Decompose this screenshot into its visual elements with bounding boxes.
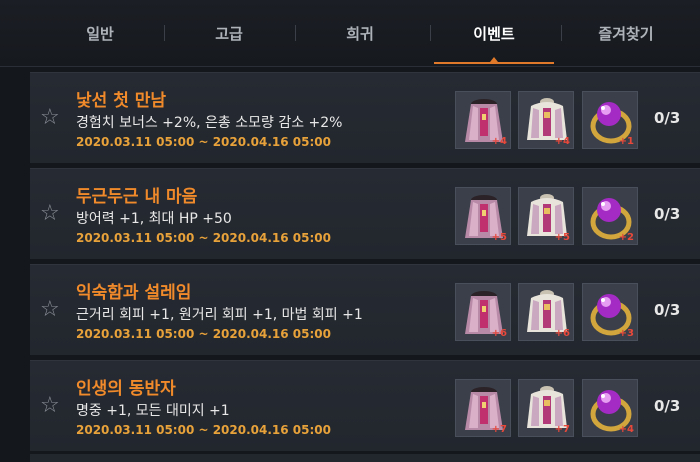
enhance-level: +5 bbox=[554, 232, 570, 243]
item-slot-gem-ring[interactable]: +1 bbox=[582, 91, 638, 149]
collection-period: 2020.03.11 05:00 ~ 2020.04.16 05:00 bbox=[76, 327, 331, 341]
item-slot-white-cloak[interactable]: +7 bbox=[518, 379, 574, 437]
star-outline-icon[interactable]: ☆ bbox=[40, 203, 60, 225]
item-slot-dark-cloak[interactable]: +7 bbox=[455, 379, 511, 437]
tab-rare[interactable]: 희귀 bbox=[296, 0, 424, 66]
enhance-level: +7 bbox=[491, 424, 507, 435]
item-slot-dark-cloak[interactable]: +5 bbox=[455, 187, 511, 245]
collection-period: 2020.03.11 05:00 ~ 2020.04.16 05:00 bbox=[76, 135, 331, 149]
collection-period: 2020.03.11 05:00 ~ 2020.04.16 05:00 bbox=[76, 423, 331, 437]
tab-label: 즐겨찾기 bbox=[598, 24, 654, 43]
collection-card[interactable]: ☆ 두근두근 내 마음방어력 +1, 최대 HP +50 2020.03.11 05… bbox=[30, 168, 700, 259]
collection-bonus: 명중 +1, 모든 대미지 +1 bbox=[76, 403, 230, 419]
collection-title: 낯선 첫 만남 bbox=[76, 91, 167, 111]
tab-label: 고급 bbox=[215, 24, 243, 43]
collection-title: 두근두근 내 마음 bbox=[76, 187, 198, 207]
collection-title: 익숙함과 설레임 bbox=[76, 283, 192, 303]
tab-label: 이벤트 bbox=[473, 24, 515, 43]
active-tab-indicator bbox=[434, 62, 554, 64]
collection-card[interactable]: ☆ 익숙함과 설레임근거리 회피 +1, 원거리 회피 +1, 마법 회피 +1 2… bbox=[30, 264, 700, 355]
enhance-level: +4 bbox=[554, 136, 570, 147]
tab-normal[interactable]: 일반 bbox=[36, 0, 164, 66]
tab-event[interactable]: 이벤트 bbox=[430, 0, 558, 66]
enhance-level: +7 bbox=[554, 424, 570, 435]
enhance-level: +6 bbox=[554, 328, 570, 339]
item-slot-white-cloak[interactable]: +4 bbox=[518, 91, 574, 149]
collection-progress: 0/3 bbox=[654, 109, 681, 127]
star-outline-icon[interactable]: ☆ bbox=[40, 395, 60, 417]
collection-period: 2020.03.11 05:00 ~ 2020.04.16 05:00 bbox=[76, 231, 331, 245]
tab-favorites[interactable]: 즐겨찾기 bbox=[562, 0, 690, 66]
collection-progress: 0/3 bbox=[654, 301, 681, 319]
caret-up-icon bbox=[490, 57, 498, 62]
next-card-edge bbox=[30, 454, 700, 462]
tab-advanced[interactable]: 고급 bbox=[165, 0, 293, 66]
collection-title: 인생의 동반자 bbox=[76, 379, 176, 399]
tab-bar: 일반 고급 희귀 이벤트 즐겨찾기 bbox=[0, 0, 700, 67]
collection-progress: 0/3 bbox=[654, 397, 681, 415]
item-slot-white-cloak[interactable]: +5 bbox=[518, 187, 574, 245]
collection-card[interactable]: ☆ 낯선 첫 만남경험치 보너스 +2%, 은총 소모량 감소 +2% 2020.0… bbox=[30, 72, 700, 163]
enhance-level: +1 bbox=[618, 136, 634, 147]
item-slot-gem-ring[interactable]: +3 bbox=[582, 283, 638, 341]
enhance-level: +4 bbox=[618, 424, 634, 435]
collection-bonus: 근거리 회피 +1, 원거리 회피 +1, 마법 회피 +1 bbox=[76, 307, 363, 323]
item-slot-dark-cloak[interactable]: +4 bbox=[455, 91, 511, 149]
collection-bonus: 방어력 +1, 최대 HP +50 bbox=[76, 211, 232, 227]
collection-progress: 0/3 bbox=[654, 205, 681, 223]
item-slot-white-cloak[interactable]: +6 bbox=[518, 283, 574, 341]
enhance-level: +2 bbox=[618, 232, 634, 243]
enhance-level: +6 bbox=[491, 328, 507, 339]
star-outline-icon[interactable]: ☆ bbox=[40, 107, 60, 129]
item-slot-dark-cloak[interactable]: +6 bbox=[455, 283, 511, 341]
enhance-level: +5 bbox=[491, 232, 507, 243]
collection-bonus: 경험치 보너스 +2%, 은총 소모량 감소 +2% bbox=[76, 115, 343, 131]
enhance-level: +3 bbox=[618, 328, 634, 339]
collection-card[interactable]: ☆ 인생의 동반자명중 +1, 모든 대미지 +1 2020.03.11 05:00… bbox=[30, 360, 700, 451]
enhance-level: +4 bbox=[491, 136, 507, 147]
tab-label: 일반 bbox=[86, 24, 114, 43]
item-slot-gem-ring[interactable]: +4 bbox=[582, 379, 638, 437]
item-slot-gem-ring[interactable]: +2 bbox=[582, 187, 638, 245]
star-outline-icon[interactable]: ☆ bbox=[40, 299, 60, 321]
tab-label: 희귀 bbox=[346, 24, 374, 43]
